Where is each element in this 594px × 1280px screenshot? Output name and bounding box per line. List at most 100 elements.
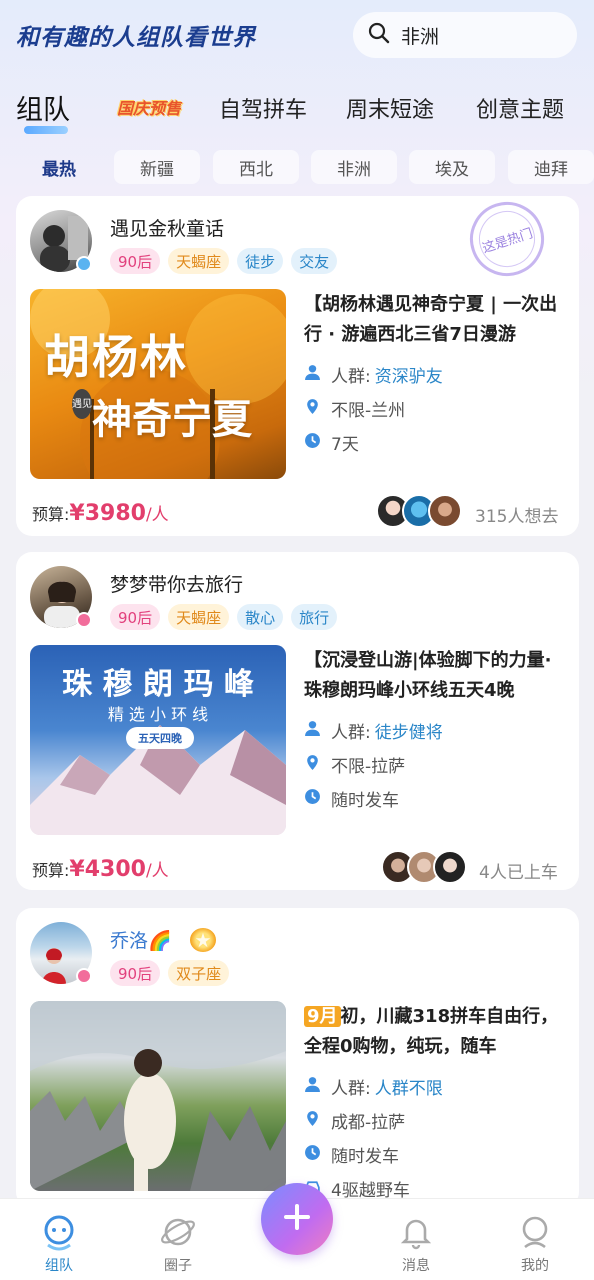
user-name[interactable]: 遇见金秋童话 — [110, 214, 224, 241]
participant-avatars[interactable] — [381, 850, 467, 884]
chip-dubai[interactable]: 迪拜 — [508, 150, 594, 184]
clock-icon — [304, 1144, 321, 1166]
clock-icon — [304, 788, 321, 810]
cover-subtitle: 精 选 小 环 线 — [107, 705, 209, 724]
user-name[interactable]: 乔洛🌈 — [110, 926, 172, 953]
nav-circle[interactable]: 圈子 — [138, 1213, 218, 1275]
crowd-label: 人群: — [331, 723, 371, 743]
user-name[interactable]: 梦梦带你去旅行 — [110, 570, 243, 597]
tab-national-day-presale[interactable]: 国庆预售 — [111, 92, 187, 122]
nav-label: 组队 — [45, 1258, 73, 1274]
nav-label: 我的 — [521, 1258, 549, 1274]
nav-label: 消息 — [402, 1258, 430, 1274]
cover-subtitle: 神奇宁夏 — [92, 396, 252, 443]
crowd-value: 资深驴友 — [374, 367, 443, 387]
budget-unit: /人 — [145, 861, 169, 881]
location-pin-icon — [304, 398, 321, 420]
budget-label: 预算: — [32, 505, 70, 524]
nav-label: 圈子 — [164, 1258, 192, 1274]
trip-cover-image[interactable] — [30, 1001, 286, 1191]
plus-icon — [282, 1202, 312, 1236]
tab-team[interactable]: 组队 — [16, 88, 70, 127]
tag-interest: 徒步 — [237, 248, 284, 274]
user-tags: 90后 天蝎座 徒步 交友 — [110, 248, 338, 274]
tab-creative-theme[interactable]: 创意主题 — [476, 92, 564, 124]
location-pin-icon — [304, 1110, 321, 1132]
duration-row: 7天 — [304, 430, 359, 455]
crowd-label: 人群: — [331, 1079, 371, 1099]
joined-count: 4人已上车 — [479, 863, 558, 883]
duration-row: 随时发车 — [304, 1142, 399, 1167]
tag-interest: 交友 — [291, 248, 338, 274]
clock-icon — [304, 432, 321, 454]
crowd-label: 人群: — [331, 367, 371, 387]
location-row: 成都-拉萨 — [304, 1108, 405, 1133]
nav-profile[interactable]: 我的 — [495, 1213, 575, 1275]
user-tags: 90后 天蝎座 散心 旅行 — [110, 604, 338, 630]
location-row: 不限-兰州 — [304, 396, 405, 421]
crowd-row: 人群: 资深驴友 — [304, 362, 443, 387]
gender-female-icon — [76, 968, 92, 984]
participant-avatar — [428, 494, 462, 528]
crowd-row: 人群: 人群不限 — [304, 1074, 443, 1099]
duration-text: 7天 — [331, 435, 359, 455]
budget: 预算:¥4300/人 — [32, 856, 169, 882]
search-bar[interactable]: 非洲 — [353, 12, 577, 58]
trip-card[interactable]: 梦梦带你去旅行 90后 天蝎座 散心 旅行 珠 穆 朗 玛 峰 精 选 小 环 … — [16, 552, 579, 890]
location-text: 不限-兰州 — [331, 401, 406, 421]
location-row: 不限-拉萨 — [304, 752, 405, 777]
hot-stamp: 这是热门 — [460, 192, 554, 286]
profile-icon — [495, 1213, 575, 1251]
chip-hot[interactable]: 最热 — [16, 150, 102, 184]
location-text: 成都-拉萨 — [331, 1113, 406, 1133]
search-input[interactable]: 非洲 — [401, 22, 439, 49]
tag-zodiac: 天蝎座 — [168, 604, 230, 630]
user-tags: 90后 双子座 — [110, 960, 230, 986]
chip-northwest[interactable]: 西北 — [213, 150, 299, 184]
location-text: 不限-拉萨 — [331, 757, 406, 777]
tag-age: 90后 — [110, 960, 161, 986]
duration-text: 随时发车 — [331, 1147, 399, 1167]
person-icon — [304, 1076, 321, 1098]
budget-label: 预算: — [32, 861, 70, 880]
trip-cover-image[interactable]: 胡杨林 神奇宁夏 遇见 — [30, 289, 286, 479]
person-icon — [304, 364, 321, 386]
tag-zodiac: 天蝎座 — [168, 248, 230, 274]
chip-xinjiang[interactable]: 新疆 — [114, 150, 200, 184]
month-badge: 9月 — [304, 1006, 341, 1027]
create-post-button[interactable] — [261, 1183, 333, 1255]
nav-team[interactable]: 组队 — [19, 1213, 99, 1275]
page: 和有趣的人组队看世界 非洲 组队 国庆预售 自驾拼车 周末短途 创意主题 最热 … — [0, 0, 594, 1280]
trip-title[interactable]: 【沉浸登山游|体验脚下的力量·珠穆朗玛峰小环线五天4晚 — [304, 646, 564, 706]
budget: 预算:¥3980/人 — [32, 500, 169, 526]
team-icon — [19, 1213, 99, 1251]
trip-card[interactable]: 遇见金秋童话 90后 天蝎座 徒步 交友 这是热门 胡杨林 神奇宁夏 遇见 【胡… — [16, 192, 579, 536]
crowd-value: 人群不限 — [374, 1079, 443, 1099]
budget-price: ¥3980 — [69, 501, 146, 526]
trip-card[interactable]: 乔洛🌈 90后 双子座 9月 初，川藏318拼车自由行，全程0购物，纯玩，随车 人… — [16, 908, 579, 1208]
planet-icon — [138, 1213, 218, 1251]
cover-seal: 遇见 — [72, 389, 92, 419]
trip-title-text: 初，川藏318拼车自由行，全程0购物，纯玩，随车 — [304, 1006, 559, 1057]
budget-unit: /人 — [145, 505, 169, 525]
chip-egypt[interactable]: 埃及 — [409, 150, 495, 184]
trip-title[interactable]: 【胡杨林遇见神奇宁夏 | 一次出行 · 游遍西北三省7日漫游 — [304, 290, 564, 350]
participant-avatars[interactable] — [376, 494, 462, 528]
nav-messages[interactable]: 消息 — [376, 1213, 456, 1275]
search-icon — [367, 21, 391, 50]
cover-badge: 五天四晚 — [126, 727, 194, 749]
tab-self-drive[interactable]: 自驾拼车 — [219, 92, 307, 124]
trip-cover-image[interactable]: 珠 穆 朗 玛 峰 精 选 小 环 线 五天四晚 — [30, 645, 286, 835]
participant-avatar — [433, 850, 467, 884]
category-tabs: 组队 国庆预售 自驾拼车 周末短途 创意主题 — [16, 88, 594, 134]
bottom-nav: 组队 圈子 消息 我的 — [0, 1183, 594, 1280]
trip-title[interactable]: 9月 初，川藏318拼车自由行，全程0购物，纯玩，随车 — [304, 1002, 564, 1062]
chip-africa[interactable]: 非洲 — [311, 150, 397, 184]
person-icon — [304, 720, 321, 742]
duration-text: 随时发车 — [331, 791, 399, 811]
gender-female-icon — [76, 612, 92, 628]
budget-price: ¥4300 — [69, 857, 146, 882]
location-pin-icon — [304, 754, 321, 776]
tab-weekend[interactable]: 周末短途 — [346, 92, 434, 124]
duration-row: 随时发车 — [304, 786, 399, 811]
